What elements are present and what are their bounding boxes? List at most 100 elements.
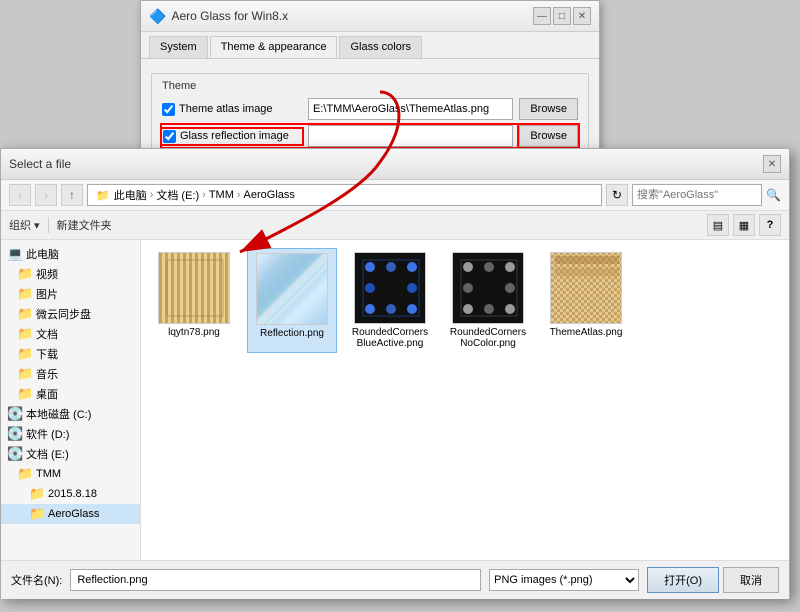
organize-button[interactable]: 组织 ▾ bbox=[9, 217, 40, 233]
drive-e-label: 文档 (E:) bbox=[26, 446, 69, 462]
date-label: 2015.8.18 bbox=[48, 488, 97, 500]
main-area: 💻 此电脑 📁 视频 📁 图片 📁 微云同步盘 📁 文档 📁 下载 bbox=[1, 240, 789, 560]
back-button[interactable]: ‹ bbox=[9, 184, 31, 206]
up-button[interactable]: ↑ bbox=[61, 184, 83, 206]
forward-button[interactable]: › bbox=[35, 184, 57, 206]
path-tmm: TMM bbox=[209, 189, 234, 201]
sidebar-item-music[interactable]: 📁 音乐 bbox=[1, 364, 140, 384]
file-name-lqytn: lqytn78.png bbox=[168, 327, 220, 338]
theme-group-label: Theme bbox=[162, 80, 578, 92]
file-preview-rounded-blue bbox=[355, 252, 425, 324]
file-item-rounded-blue[interactable]: RoundedCornersBlueActive.png bbox=[345, 248, 435, 353]
new-folder-button[interactable]: 新建文件夹 bbox=[57, 217, 112, 233]
sidebar-item-downloads[interactable]: 📁 下载 bbox=[1, 344, 140, 364]
desktop-label: 桌面 bbox=[36, 386, 58, 402]
window-controls: — □ ✕ bbox=[533, 7, 591, 25]
glass-reflection-checkbox[interactable] bbox=[163, 130, 176, 143]
pictures-label: 图片 bbox=[36, 286, 58, 302]
search-icon: 🔍 bbox=[766, 188, 781, 202]
sidebar-item-drive-c[interactable]: 💽 本地磁盘 (C:) bbox=[1, 404, 140, 424]
bg-window-titlebar: 🔷 Aero Glass for Win8.x — □ ✕ bbox=[141, 1, 599, 32]
pictures-icon: 📁 bbox=[17, 286, 33, 302]
tmm-label: TMM bbox=[36, 468, 61, 480]
sidebar-item-drive-e[interactable]: 💽 文档 (E:) bbox=[1, 444, 140, 464]
address-path[interactable]: 📁 此电脑 › 文档 (E:) › TMM › AeroGlass bbox=[87, 184, 602, 206]
sidebar-item-2015[interactable]: 📁 2015.8.18 bbox=[1, 484, 140, 504]
music-label: 音乐 bbox=[36, 366, 58, 382]
file-name-rounded-blue: RoundedCornersBlueActive.png bbox=[349, 327, 431, 349]
filename-input[interactable] bbox=[70, 569, 481, 591]
sidebar-item-desktop[interactable]: 📁 桌面 bbox=[1, 384, 140, 404]
file-dialog-close-button[interactable]: ✕ bbox=[763, 155, 781, 173]
filetype-select[interactable]: PNG images (*.png) bbox=[489, 569, 639, 591]
window-icon: 🔷 bbox=[149, 8, 166, 25]
toolbar: 组织 ▾ 新建文件夹 ▤ ▦ ? bbox=[1, 211, 789, 240]
search-input[interactable] bbox=[632, 184, 762, 206]
file-preview-rounded-nocolor bbox=[453, 252, 523, 324]
file-dialog-titlebar: Select a file ✕ bbox=[1, 149, 789, 180]
toolbar-right: ▤ ▦ ? bbox=[707, 214, 781, 236]
file-area: lqytn78.png bbox=[141, 240, 789, 560]
file-item-atlas[interactable]: ThemeAtlas.png bbox=[541, 248, 631, 353]
maximize-button[interactable]: □ bbox=[553, 7, 571, 25]
open-button[interactable]: 打开(O) bbox=[647, 567, 719, 593]
sidebar-item-video[interactable]: 📁 视频 bbox=[1, 264, 140, 284]
video-label: 视频 bbox=[36, 266, 58, 282]
pc-icon: 💻 bbox=[7, 246, 23, 262]
drive-d-label: 软件 (D:) bbox=[26, 426, 69, 442]
sidebar-item-drive-d[interactable]: 💽 软件 (D:) bbox=[1, 424, 140, 444]
sidebar-item-pictures[interactable]: 📁 图片 bbox=[1, 284, 140, 304]
sidebar-item-docs[interactable]: 📁 文档 bbox=[1, 324, 140, 344]
toolbar-divider bbox=[48, 217, 49, 233]
file-item-rounded-nocolor[interactable]: RoundedCornersNoColor.png bbox=[443, 248, 533, 353]
bg-tabs: System Theme & appearance Glass colors bbox=[141, 32, 599, 59]
view-option-1[interactable]: ▤ bbox=[707, 214, 729, 236]
file-preview-atlas bbox=[551, 252, 621, 324]
file-name-atlas: ThemeAtlas.png bbox=[550, 327, 623, 338]
sidebar-item-tmm[interactable]: 📁 TMM bbox=[1, 464, 140, 484]
file-name-rounded-nocolor: RoundedCornersNoColor.png bbox=[447, 327, 529, 349]
drive-c-label: 本地磁盘 (C:) bbox=[26, 406, 91, 422]
downloads-icon: 📁 bbox=[17, 346, 33, 362]
video-icon: 📁 bbox=[17, 266, 33, 282]
path-docs: 文档 (E:) bbox=[156, 187, 199, 203]
action-buttons: 打开(O) 取消 bbox=[647, 567, 779, 593]
date-icon: 📁 bbox=[29, 486, 45, 502]
file-name-reflection: Reflection.png bbox=[260, 328, 324, 339]
help-button[interactable]: ? bbox=[759, 214, 781, 236]
file-item-lqytn[interactable]: lqytn78.png bbox=[149, 248, 239, 353]
pc-label: 此电脑 bbox=[26, 246, 59, 262]
glass-reflection-input[interactable] bbox=[308, 125, 513, 147]
cancel-button[interactable]: 取消 bbox=[723, 567, 779, 593]
path-pc: 此电脑 bbox=[114, 187, 147, 203]
music-icon: 📁 bbox=[17, 366, 33, 382]
glass-reflection-browse-button[interactable]: Browse bbox=[519, 125, 578, 147]
tab-theme-appearance[interactable]: Theme & appearance bbox=[210, 36, 338, 58]
file-thumb-atlas bbox=[550, 252, 622, 324]
file-item-reflection[interactable]: Reflection.png bbox=[247, 248, 337, 353]
theme-atlas-checkbox[interactable] bbox=[162, 103, 175, 116]
sidebar-item-weiyun[interactable]: 📁 微云同步盘 bbox=[1, 304, 140, 324]
refresh-button[interactable]: ↻ bbox=[606, 184, 628, 206]
sidebar-item-pc[interactable]: 💻 此电脑 bbox=[1, 244, 140, 264]
weiyun-label: 微云同步盘 bbox=[36, 306, 91, 322]
address-bar: ‹ › ↑ 📁 此电脑 › 文档 (E:) › TMM › AeroGlass … bbox=[1, 180, 789, 211]
file-preview-lqytn bbox=[159, 252, 229, 324]
glass-reflection-label: Glass reflection image bbox=[162, 129, 302, 144]
docs-label: 文档 bbox=[36, 326, 58, 342]
file-preview-reflection bbox=[257, 253, 327, 325]
bg-window-title-text: Aero Glass for Win8.x bbox=[171, 9, 288, 23]
file-thumb-rounded-nocolor bbox=[452, 252, 524, 324]
tab-system[interactable]: System bbox=[149, 36, 208, 58]
tab-glass-colors[interactable]: Glass colors bbox=[339, 36, 422, 58]
theme-atlas-browse-button[interactable]: Browse bbox=[519, 98, 578, 120]
theme-atlas-input[interactable] bbox=[308, 98, 513, 120]
close-button[interactable]: ✕ bbox=[573, 7, 591, 25]
downloads-label: 下载 bbox=[36, 346, 58, 362]
view-option-2[interactable]: ▦ bbox=[733, 214, 755, 236]
file-thumb-rounded-blue bbox=[354, 252, 426, 324]
sidebar: 💻 此电脑 📁 视频 📁 图片 📁 微云同步盘 📁 文档 📁 下载 bbox=[1, 240, 141, 560]
minimize-button[interactable]: — bbox=[533, 7, 551, 25]
file-dialog-controls: ✕ bbox=[763, 155, 781, 173]
sidebar-item-aeroglass[interactable]: 📁 AeroGlass bbox=[1, 504, 140, 524]
